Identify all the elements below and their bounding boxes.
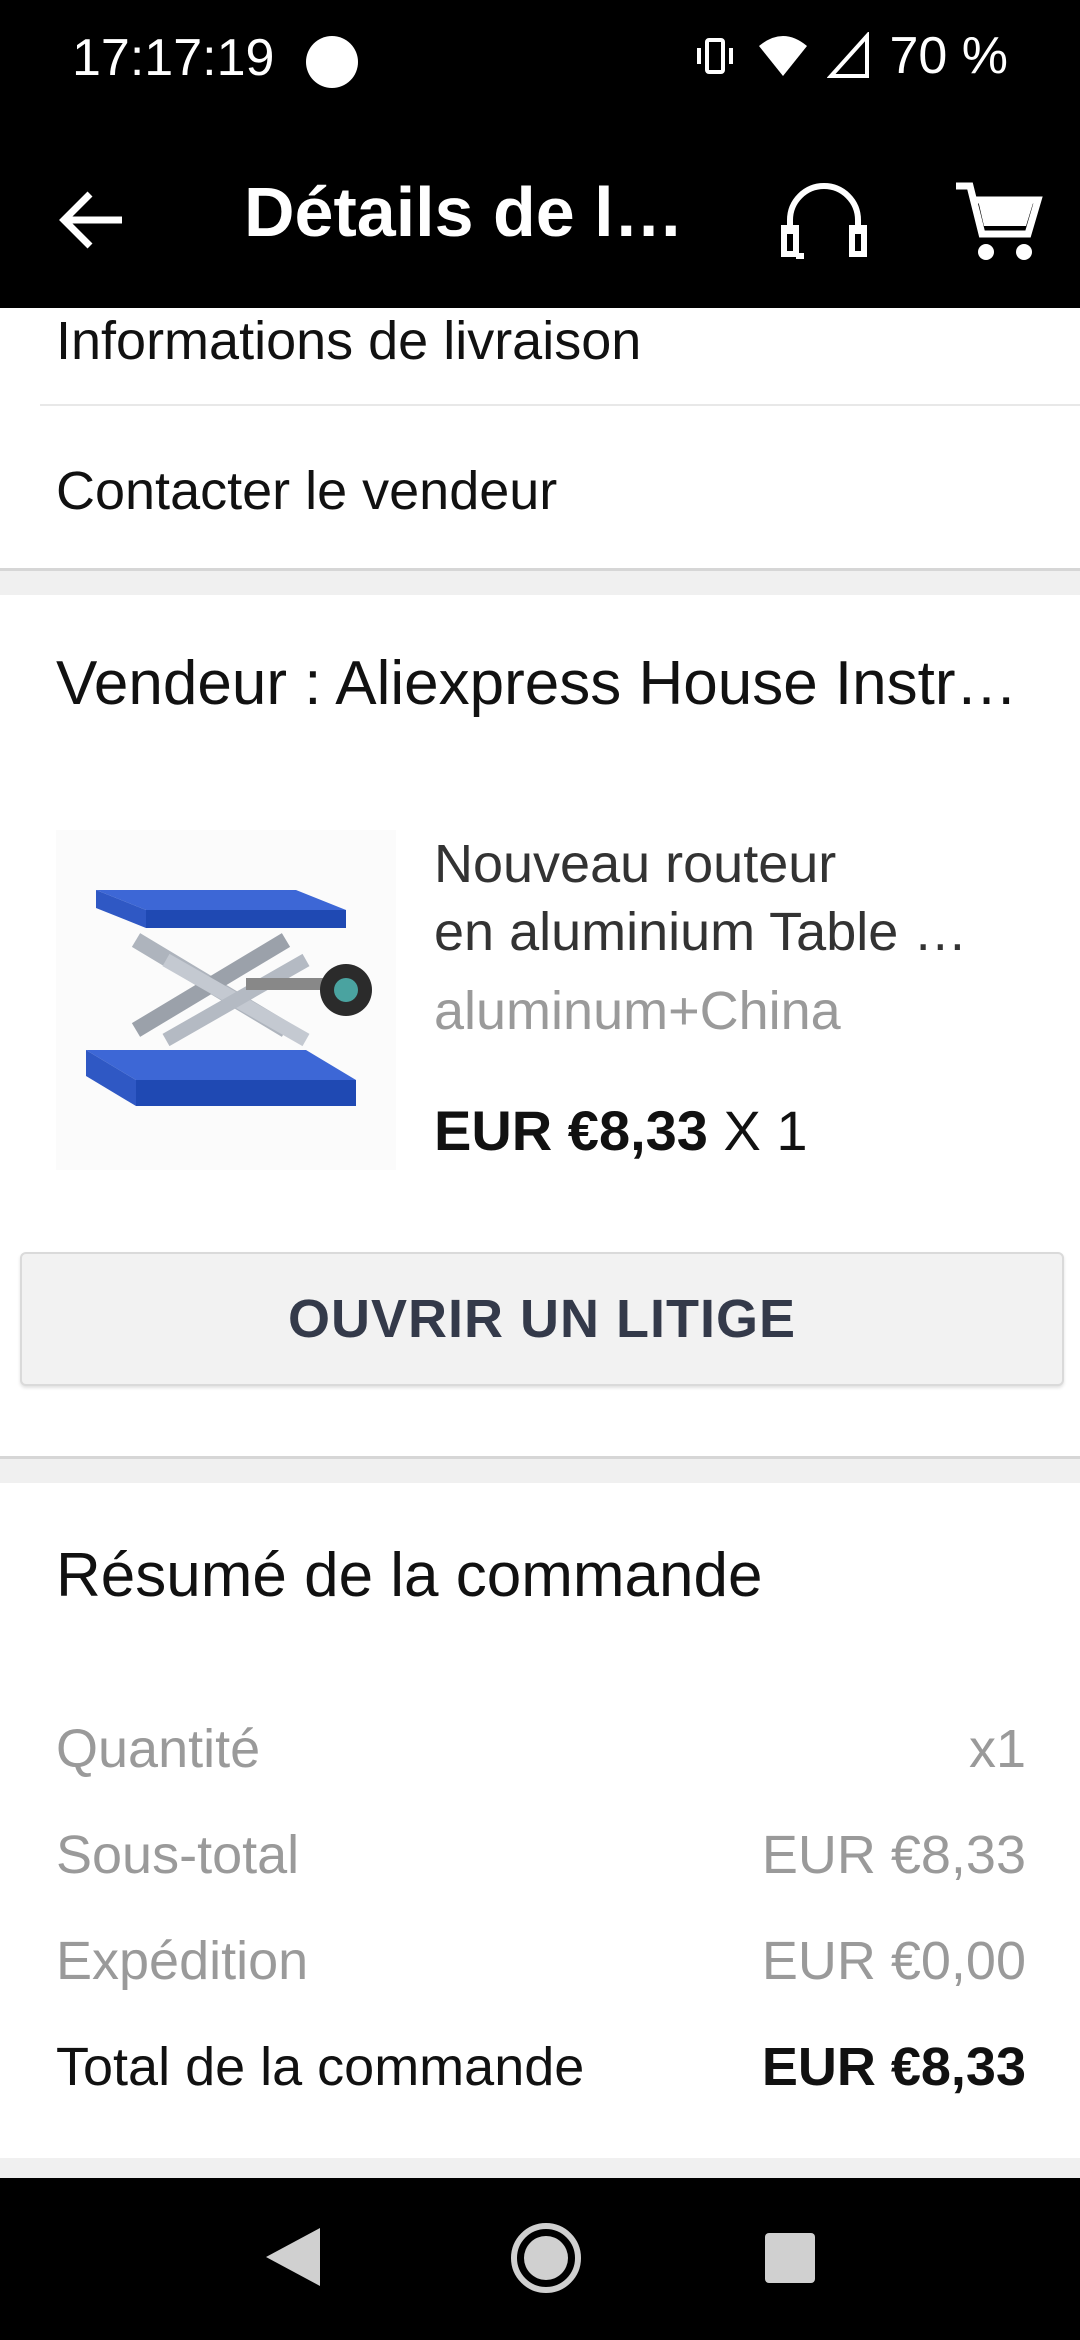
- order-summary-title: Résumé de la commande: [56, 1541, 763, 1610]
- nav-home-icon[interactable]: [506, 2218, 586, 2298]
- summary-label: Total de la commande: [56, 2037, 585, 2097]
- summary-value: x1: [968, 1719, 1026, 1779]
- summary-row-total: Total de la commande EUR €8,33: [56, 2036, 1026, 2098]
- nav-recent-icon[interactable]: [762, 2230, 818, 2286]
- headset-icon[interactable]: [774, 172, 874, 272]
- status-time: 17:17:19: [72, 29, 275, 87]
- product-variant: aluminum+China: [434, 981, 841, 1041]
- summary-row-quantity: Quantité x1: [56, 1718, 1026, 1780]
- product-price-line: EUR €8,33 X 1: [434, 1098, 808, 1163]
- cart-icon[interactable]: [948, 172, 1048, 272]
- product-quantity: X 1: [707, 1099, 808, 1162]
- battery-percent: 70 %: [889, 27, 1008, 85]
- nav-back-icon[interactable]: [258, 2222, 328, 2292]
- delivery-info-item[interactable]: Informations de livraison: [56, 310, 641, 372]
- summary-value: EUR €0,00: [761, 1931, 1026, 1991]
- section-separator: [0, 2158, 1080, 2178]
- product-image[interactable]: [56, 830, 396, 1170]
- summary-label: Sous-total: [56, 1825, 300, 1885]
- status-icons: 70 %: [691, 26, 1008, 86]
- summary-row-subtotal: Sous-total EUR €8,33: [56, 1824, 1026, 1886]
- summary-label: Expédition: [56, 1931, 309, 1991]
- section-separator: [0, 1456, 1080, 1483]
- product-title-line: Nouveau routeur: [434, 834, 837, 894]
- page-title: Détails de l…: [244, 173, 684, 251]
- vibrate-icon: [697, 38, 734, 74]
- seller-name[interactable]: Vendeur : Aliexpress House Instr…: [56, 648, 1076, 719]
- system-nav-bar: [0, 2178, 1080, 2340]
- summary-label: Quantité: [56, 1719, 261, 1779]
- open-dispute-button[interactable]: OUVRIR UN LITIGE: [20, 1252, 1064, 1386]
- product-price: EUR €8,33: [434, 1099, 708, 1162]
- lab-jack-image: [86, 890, 372, 1106]
- section-separator: [0, 568, 1080, 595]
- product-title-line: en aluminium Table …: [434, 902, 968, 962]
- notification-dot-icon: [306, 36, 358, 88]
- app-toolbar: Détails de l…: [0, 120, 1080, 308]
- summary-value: EUR €8,33: [761, 2037, 1026, 2097]
- status-bar: 17:17:19 70 %: [0, 0, 1080, 120]
- signal-icon: [827, 32, 870, 78]
- summary-row-shipping: Expédition EUR €0,00: [56, 1930, 1026, 1992]
- summary-value: EUR €8,33: [761, 1825, 1026, 1885]
- wifi-icon: [759, 36, 808, 76]
- divider: [40, 404, 1080, 406]
- contact-seller-item[interactable]: Contacter le vendeur: [56, 460, 557, 522]
- back-arrow-icon[interactable]: [52, 180, 132, 260]
- product-title[interactable]: Nouveau routeur en aluminium Table …: [434, 830, 1034, 966]
